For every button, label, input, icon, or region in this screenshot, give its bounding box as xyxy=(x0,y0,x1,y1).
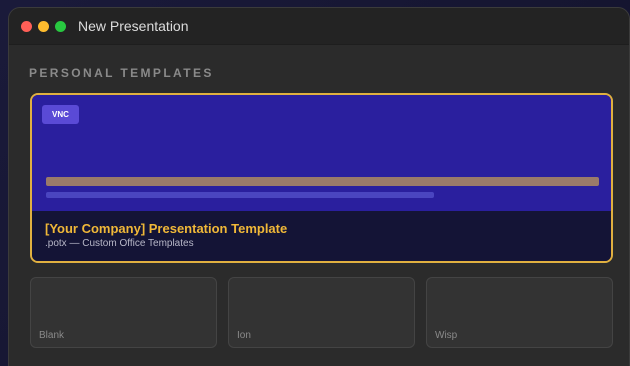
template-thumb-blank[interactable]: Blank xyxy=(30,277,217,348)
section-label-personal-templates: PERSONAL TEMPLATES xyxy=(29,66,214,80)
template-thumb-wisp[interactable]: Wisp xyxy=(426,277,613,348)
new-presentation-window: New Presentation PERSONAL TEMPLATES VNC … xyxy=(8,7,630,366)
preview-subtitle-bar xyxy=(46,192,434,198)
template-thumb-label: Ion xyxy=(237,330,251,341)
title-bar: New Presentation xyxy=(9,8,629,45)
template-thumb-label: Blank xyxy=(39,330,65,341)
template-badge: VNC xyxy=(42,105,79,124)
template-preview: VNC xyxy=(32,95,611,211)
minimize-button[interactable] xyxy=(38,20,49,32)
template-thumb-label: Wisp xyxy=(435,330,458,341)
window-controls xyxy=(21,20,66,32)
template-info: [Your Company] Presentation Template .po… xyxy=(32,211,611,261)
zoom-button[interactable] xyxy=(55,20,66,32)
template-subtitle: .potx — Custom Office Templates xyxy=(45,238,194,249)
template-thumb-ion[interactable]: Ion xyxy=(228,277,415,348)
close-button[interactable] xyxy=(21,20,32,32)
template-title: [Your Company] Presentation Template xyxy=(45,221,288,236)
featured-template-card[interactable]: VNC [Your Company] Presentation Template… xyxy=(30,93,613,263)
preview-title-bar xyxy=(46,177,599,186)
window-title: New Presentation xyxy=(78,18,189,34)
